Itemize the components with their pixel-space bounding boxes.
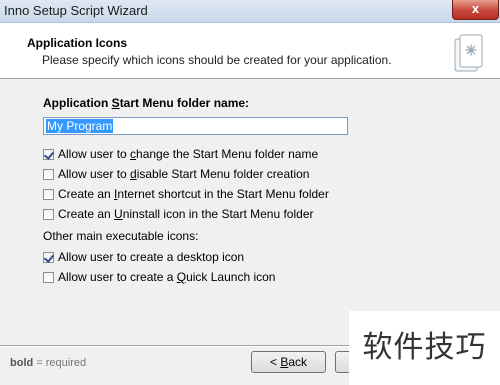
folder-input-value: My Program bbox=[46, 119, 114, 133]
watermark: 软件技巧 bbox=[349, 311, 500, 385]
wizard-content: Application Start Menu folder name: My P… bbox=[0, 79, 500, 339]
checkbox-icon[interactable] bbox=[43, 208, 54, 220]
checkbox-icon[interactable] bbox=[43, 251, 54, 263]
start-menu-folder-input[interactable]: My Program bbox=[43, 117, 348, 135]
close-button[interactable]: x bbox=[452, 0, 499, 20]
wizard-icon bbox=[454, 34, 483, 72]
required-legend: bold = required bbox=[10, 357, 87, 369]
title-bar: Inno Setup Script Wizard x bbox=[0, 0, 500, 23]
checkbox-icon[interactable] bbox=[43, 168, 54, 180]
page-subtitle: Please specify which icons should be cre… bbox=[42, 53, 392, 67]
checkbox-icon[interactable] bbox=[43, 148, 54, 160]
start-menu-folder-label: Application Start Menu folder name: bbox=[43, 96, 250, 110]
option-label: Allow user to create a Quick Launch icon bbox=[58, 270, 276, 284]
checkbox-icon[interactable] bbox=[43, 188, 54, 200]
option-label: Allow user to change the Start Menu fold… bbox=[58, 147, 319, 161]
option-desktop-icon[interactable]: Allow user to create a desktop icon bbox=[43, 249, 244, 265]
option-disable-folder-creation[interactable]: Allow user to disable Start Menu folder … bbox=[43, 166, 309, 182]
option-label: Allow user to create a desktop icon bbox=[58, 250, 245, 264]
page-title: Application Icons bbox=[27, 36, 128, 50]
wizard-window: Inno Setup Script Wizard x Application I… bbox=[0, 0, 500, 385]
option-label: Allow user to disable Start Menu folder … bbox=[58, 167, 310, 181]
option-uninstall-icon[interactable]: Create an Uninstall icon in the Start Me… bbox=[43, 206, 314, 222]
checkbox-icon[interactable] bbox=[43, 271, 54, 283]
option-internet-shortcut[interactable]: Create an Internet shortcut in the Start… bbox=[43, 186, 329, 202]
option-label: Create an Internet shortcut in the Start… bbox=[58, 187, 329, 201]
wizard-header: Application Icons Please specify which i… bbox=[0, 23, 500, 79]
window-title: Inno Setup Script Wizard bbox=[4, 3, 148, 18]
back-button[interactable]: < Back bbox=[251, 351, 326, 373]
option-label: Create an Uninstall icon in the Start Me… bbox=[58, 207, 314, 221]
option-change-folder-name[interactable]: Allow user to change the Start Menu fold… bbox=[43, 146, 318, 162]
close-icon: x bbox=[471, 1, 480, 16]
option-quick-launch-icon[interactable]: Allow user to create a Quick Launch icon bbox=[43, 269, 275, 285]
other-icons-label: Other main executable icons: bbox=[43, 229, 199, 243]
